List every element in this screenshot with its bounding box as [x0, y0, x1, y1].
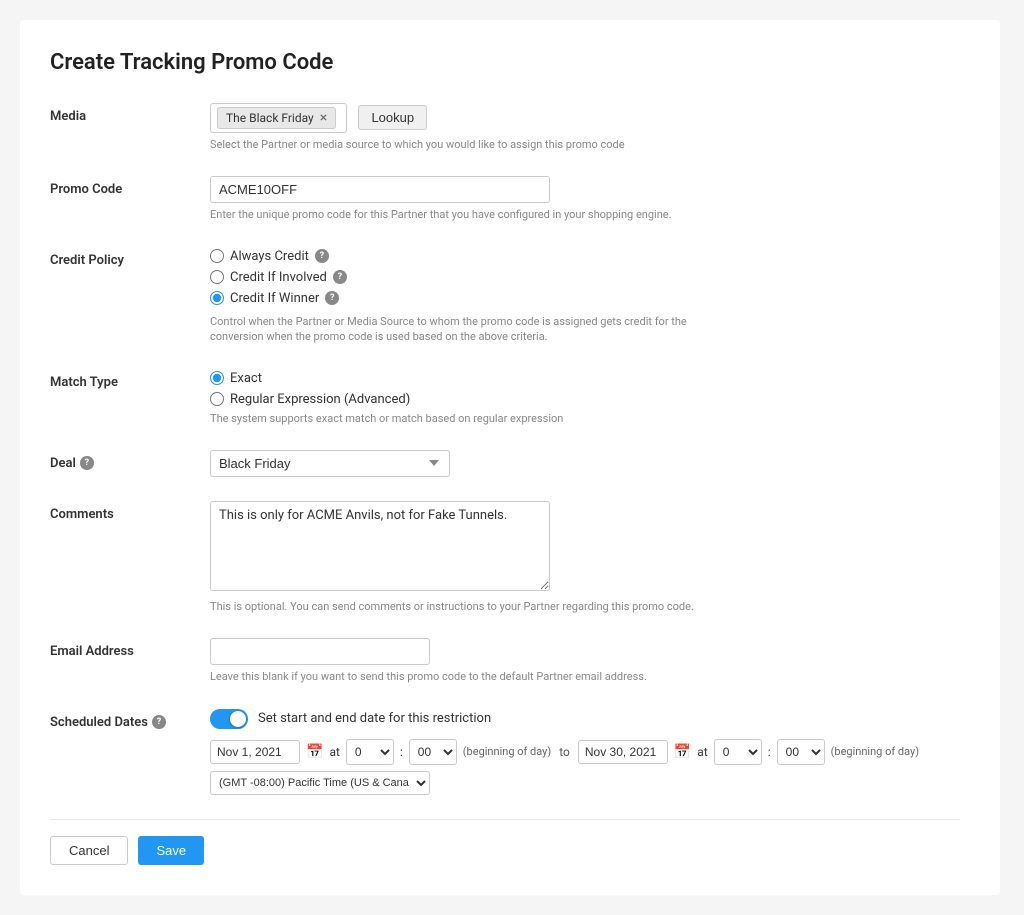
- credit-winner-radio[interactable]: [210, 291, 224, 305]
- timezone-select[interactable]: (GMT -08:00) Pacific Time (US & Canada);…: [210, 771, 430, 795]
- toggle-label: Set start and end date for this restrict…: [258, 711, 491, 726]
- match-regex-radio[interactable]: [210, 392, 224, 406]
- credit-always-option[interactable]: Always Credit ?: [210, 249, 960, 264]
- promo-code-label: Promo Code: [50, 176, 210, 197]
- end-minute-select[interactable]: 00153045: [777, 739, 825, 765]
- match-exact-label: Exact: [230, 371, 262, 386]
- colon-2: :: [768, 745, 771, 759]
- end-date-calendar-icon[interactable]: 📅: [674, 744, 691, 760]
- media-tag-remove[interactable]: ×: [320, 111, 327, 125]
- start-day-label: (beginning of day): [463, 745, 551, 758]
- deal-help-icon[interactable]: ?: [80, 456, 94, 470]
- page-container: Create Tracking Promo Code Media The Bla…: [20, 20, 1000, 895]
- comments-content: This is only for ACME Anvils, not for Fa…: [210, 501, 960, 614]
- match-exact-option[interactable]: Exact: [210, 371, 960, 386]
- start-date-calendar-icon[interactable]: 📅: [306, 744, 323, 760]
- promo-code-help: Enter the unique promo code for this Par…: [210, 207, 960, 222]
- credit-involved-label: Credit If Involved: [230, 270, 327, 285]
- winner-help-icon[interactable]: ?: [325, 291, 339, 305]
- involved-help-icon[interactable]: ?: [333, 270, 347, 284]
- credit-always-radio[interactable]: [210, 249, 224, 263]
- to-label: to: [557, 745, 572, 759]
- media-tag: The Black Friday ×: [217, 107, 336, 129]
- match-regex-label: Regular Expression (Advanced): [230, 392, 410, 407]
- email-row: Email Address Leave this blank if you wa…: [50, 638, 960, 684]
- email-help: Leave this blank if you want to send thi…: [210, 669, 960, 684]
- end-hour-select[interactable]: 012: [714, 739, 762, 765]
- start-hour-select[interactable]: 0123 4567 891011 12: [346, 739, 394, 765]
- credit-policy-row: Credit Policy Always Credit ? Credit If …: [50, 247, 960, 345]
- match-type-help: The system supports exact match or match…: [210, 411, 960, 426]
- deal-content: Black Friday Summer Sale Winter Deal: [210, 450, 960, 477]
- email-content: Leave this blank if you want to send thi…: [210, 638, 960, 684]
- credit-policy-label: Credit Policy: [50, 247, 210, 268]
- email-label: Email Address: [50, 638, 210, 659]
- at-label-2: at: [697, 745, 707, 759]
- deal-label: Deal ?: [50, 450, 210, 471]
- always-help-icon[interactable]: ?: [315, 249, 329, 263]
- form-footer: Cancel Save: [50, 819, 960, 865]
- end-date-input[interactable]: [578, 740, 668, 764]
- match-type-row: Match Type Exact Regular Expression (Adv…: [50, 369, 960, 426]
- media-content: The Black Friday × Lookup Select the Par…: [210, 103, 960, 152]
- scheduled-dates-content: Set start and end date for this restrict…: [210, 709, 960, 795]
- promo-code-input[interactable]: [210, 176, 550, 203]
- scheduled-dates-help-icon[interactable]: ?: [152, 715, 166, 729]
- promo-code-content: Enter the unique promo code for this Par…: [210, 176, 960, 222]
- comments-textarea[interactable]: This is only for ACME Anvils, not for Fa…: [210, 501, 550, 591]
- comments-help: This is optional. You can send comments …: [210, 599, 960, 614]
- at-label-1: at: [329, 745, 339, 759]
- deal-row: Deal ? Black Friday Summer Sale Winter D…: [50, 450, 960, 477]
- match-regex-option[interactable]: Regular Expression (Advanced): [210, 392, 960, 407]
- start-date-input[interactable]: [210, 740, 300, 764]
- credit-policy-content: Always Credit ? Credit If Involved ? Cre…: [210, 247, 960, 345]
- media-row: Media The Black Friday × Lookup Select t…: [50, 103, 960, 152]
- scheduled-dates-row: Scheduled Dates ? Set start and end date…: [50, 709, 960, 795]
- credit-involved-radio[interactable]: [210, 270, 224, 284]
- save-button[interactable]: Save: [138, 836, 204, 865]
- media-label: Media: [50, 103, 210, 124]
- toggle-wrapper: Set start and end date for this restrict…: [210, 709, 960, 729]
- promo-code-row: Promo Code Enter the unique promo code f…: [50, 176, 960, 222]
- lookup-button[interactable]: Lookup: [358, 105, 427, 130]
- media-help-text: Select the Partner or media source to wh…: [210, 137, 960, 152]
- credit-winner-label: Credit If Winner: [230, 291, 319, 306]
- credit-policy-help: Control when the Partner or Media Source…: [210, 314, 710, 345]
- match-exact-radio[interactable]: [210, 371, 224, 385]
- credit-involved-option[interactable]: Credit If Involved ?: [210, 270, 960, 285]
- email-input[interactable]: [210, 638, 430, 665]
- match-type-options: Exact Regular Expression (Advanced): [210, 369, 960, 407]
- start-minute-select[interactable]: 00153045: [409, 739, 457, 765]
- cancel-button[interactable]: Cancel: [50, 836, 128, 865]
- colon-1: :: [400, 745, 403, 759]
- scheduled-toggle[interactable]: [210, 709, 248, 729]
- match-type-content: Exact Regular Expression (Advanced) The …: [210, 369, 960, 426]
- date-row: 📅 at 0123 4567 891011 12 : 00153045 (beg…: [210, 739, 960, 795]
- scheduled-dates-label: Scheduled Dates ?: [50, 709, 210, 730]
- credit-policy-options: Always Credit ? Credit If Involved ? Cre…: [210, 247, 960, 306]
- credit-winner-option[interactable]: Credit If Winner ?: [210, 291, 960, 306]
- credit-always-label: Always Credit: [230, 249, 309, 264]
- comments-row: Comments This is only for ACME Anvils, n…: [50, 501, 960, 614]
- end-day-label: (beginning of day): [831, 745, 919, 758]
- deal-select[interactable]: Black Friday Summer Sale Winter Deal: [210, 450, 450, 477]
- match-type-label: Match Type: [50, 369, 210, 390]
- page-title: Create Tracking Promo Code: [50, 50, 960, 75]
- comments-label: Comments: [50, 501, 210, 522]
